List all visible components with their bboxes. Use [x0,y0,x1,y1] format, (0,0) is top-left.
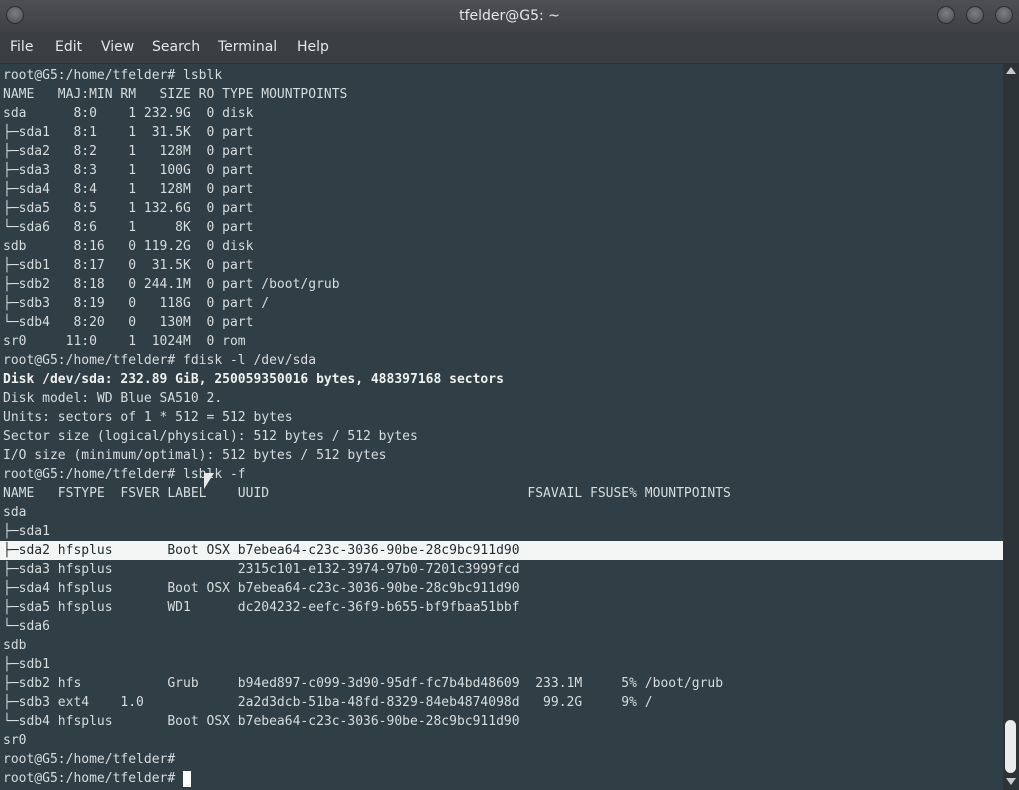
terminal-line: ├─sda1 [3,524,50,539]
menu-view[interactable]: View [101,39,134,55]
terminal-line: ├─sdb2 hfs Grub b94ed897-c099-3d90-95df-… [3,676,724,691]
terminal-line: sr0 11:0 1 1024M 0 rom [3,334,246,349]
terminal-line: root@G5:/home/tfelder# [3,752,176,767]
window-title: tfelder@G5: ~ [459,8,560,24]
menu-search[interactable]: Search [152,39,200,55]
menu-edit[interactable]: Edit [55,39,82,55]
terminal-line: Disk model: WD Blue SA510 2. [3,391,223,406]
terminal-line: sr0 [3,733,27,748]
terminal-line: ├─sda3 hfsplus 2315c101-e132-3974-97b0-7… [3,562,520,577]
terminal-line: sda 8:0 1 232.9G 0 disk [3,106,254,121]
menu-help[interactable]: Help [297,39,329,55]
terminal-line: ├─sdb3 ext4 1.0 2a2d3dcb-51ba-48fd-8329-… [3,695,653,710]
terminal-output[interactable]: root@G5:/home/tfelder# lsblk NAME MAJ:MIN… [0,64,1003,790]
menu-file[interactable]: File [10,39,33,55]
terminal-line: ├─sda1 8:1 1 31.5K 0 part [3,125,254,140]
terminal-line: Disk /dev/sda: 232.89 GiB, 250059350016 … [3,372,504,387]
terminal-line: I/O size (minimum/optimal): 512 bytes / … [3,448,387,463]
terminal-line: root@G5:/home/tfelder# fdisk -l /dev/sda [3,353,317,368]
terminal-line: ├─sda4 hfsplus Boot OSX b7ebea64-c23c-30… [3,581,520,596]
mouse-pointer-icon [204,473,214,489]
scrollbar[interactable] [1003,64,1019,790]
terminal-line: sda [3,505,27,520]
terminal-line: root@G5:/home/tfelder# [3,771,184,786]
terminal-line: ├─sdb1 [3,657,50,672]
terminal-line: └─sdb4 8:20 0 130M 0 part [3,315,254,330]
terminal-window: tfelder@G5: ~ File Edit View Search Term… [0,0,1019,790]
close-button[interactable] [995,6,1013,24]
terminal-line: ├─sda5 hfsplus WD1 dc204232-eefc-36f9-b6… [3,600,520,615]
terminal-line: Units: sectors of 1 * 512 = 512 bytes [3,410,293,425]
terminal-line: ├─sda5 8:5 1 132.6G 0 part [3,201,254,216]
scrollbar-thumb[interactable] [1005,720,1016,773]
terminal-line: ├─sdb3 8:19 0 118G 0 part / [3,296,270,311]
terminal-line: └─sda6 8:6 1 8K 0 part [3,220,254,235]
terminal-line: root@G5:/home/tfelder# lsblk [3,68,223,83]
terminal-line: ├─sda2 8:2 1 128M 0 part [3,144,254,159]
terminal-line: ├─sda3 8:3 1 100G 0 part [3,163,254,178]
terminal-line: └─sda6 [3,619,50,634]
scroll-down-arrow-icon[interactable] [1006,778,1016,785]
terminal-line: sdb 8:16 0 119.2G 0 disk [3,239,254,254]
text-cursor [183,771,191,787]
scroll-up-arrow-icon[interactable] [1006,67,1016,74]
minimize-button[interactable] [937,6,955,24]
terminal-line: ├─sdb2 8:18 0 244.1M 0 part /boot/grub [3,277,340,292]
terminal-line: Sector size (logical/physical): 512 byte… [3,429,418,444]
terminal-line: NAME FSTYPE FSVER LABEL UUID FSAVAIL FSU… [3,486,731,501]
title-bar[interactable]: tfelder@G5: ~ [0,0,1019,32]
selected-terminal-line: ├─sda2 hfsplus Boot OSX b7ebea64-c23c-30… [0,541,1003,560]
terminal-line: sdb [3,638,27,653]
menu-terminal[interactable]: Terminal [218,39,277,55]
terminal-line: ├─sdb1 8:17 0 31.5K 0 part [3,258,254,273]
terminal-line: NAME MAJ:MIN RM SIZE RO TYPE MOUNTPOINTS [3,87,348,102]
menu-bar: File Edit View Search Terminal Help [0,32,1019,64]
terminal-line: └─sdb4 hfsplus Boot OSX b7ebea64-c23c-30… [3,714,520,729]
maximize-button[interactable] [966,6,984,24]
terminal-line: ├─sda4 8:4 1 128M 0 part [3,182,254,197]
